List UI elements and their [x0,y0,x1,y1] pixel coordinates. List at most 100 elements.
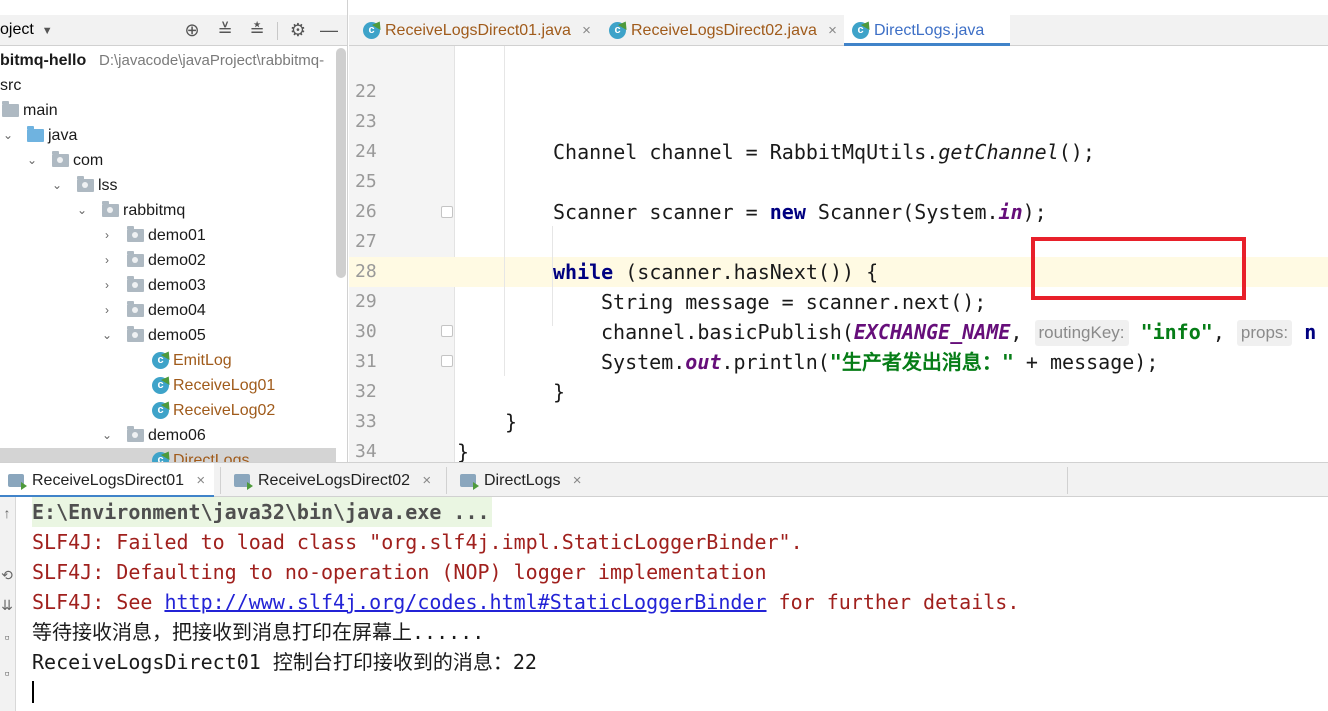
module-path: D:\javacode\javaProject\rabbitmq- [99,52,325,69]
close-icon[interactable]: × [573,463,582,498]
rerun-icon[interactable]: ↑ [0,505,14,521]
java-class-icon: c [852,22,869,39]
run-tab-bar: ReceiveLogsDirect01 × ReceiveLogsDirect0… [0,462,1328,498]
run-tab-receivelogsdirect02[interactable]: ReceiveLogsDirect02 × [226,463,440,498]
tab-directlogs[interactable]: c DirectLogs.java [844,15,1011,46]
tab-divider [446,467,447,494]
close-icon[interactable]: × [422,463,431,498]
tab-receivelogsdirect01[interactable]: c ReceiveLogsDirect01.java × [355,15,597,46]
chevron-down-icon: ▼ [41,25,53,37]
code-line-31: 31 } [349,317,1328,404]
console-error-line: SLF4J: See http://www.slf4j.org/codes.ht… [32,587,1019,617]
run-tab-label: ReceiveLogsDirect02 [258,472,411,489]
code-line-22: 22 [349,47,1328,102]
run-tab-directlogs[interactable]: DirectLogs × [452,463,590,498]
tree-item-label: ReceiveLog01 [173,377,276,394]
tree-item-java[interactable]: ⌄ java [0,123,336,148]
tree-item-module[interactable]: bitmq-hello D:\javacode\javaProject\rabb… [0,48,336,73]
code-line-27: 27 while (scanner.hasNext()) { [349,197,1328,284]
highlight-annotation-box [1031,237,1246,300]
java-class-icon: c [152,352,169,369]
close-icon[interactable]: × [196,463,205,498]
chevron-right-icon[interactable]: › [99,248,115,273]
chevron-right-icon[interactable]: › [99,223,115,248]
chevron-down-icon[interactable]: ⌄ [24,148,40,173]
chevron-down-icon[interactable]: ⌄ [99,423,115,448]
code-line-26: 26 [349,167,1328,222]
clear-icon[interactable]: ▫ [0,665,14,681]
scroll-to-end-icon[interactable]: ⇊ [0,597,14,614]
project-panel-header: oject ▼ ⊕ ≚ ≛ ⚙ — [0,15,347,46]
console-text: for further details. [766,590,1020,614]
code-line-23: 23 Channel channel = RabbitMqUtils.getCh… [349,77,1328,164]
tree-item-src[interactable]: src [0,73,336,98]
console-command-line: E:\Environment\java32\bin\java.exe ... [32,497,492,527]
run-config-icon [234,474,253,490]
module-name: bitmq-hello [0,52,87,69]
tab-label: ReceiveLogsDirect02.java [631,22,817,39]
tree-item-lss[interactable]: ⌄ lss [0,173,336,198]
close-icon[interactable]: × [828,15,837,46]
tree-item-demo03[interactable]: › demo03 [0,273,336,298]
close-icon[interactable]: × [582,15,591,46]
chevron-down-icon[interactable]: ⌄ [0,123,16,148]
run-tab-label: DirectLogs [484,472,561,489]
run-tab-receivelogsdirect01[interactable]: ReceiveLogsDirect01 × [0,463,215,498]
tree-item-main[interactable]: main [0,98,336,123]
expand-all-icon[interactable]: ≚ [214,19,236,41]
project-panel: oject ▼ ⊕ ≚ ≛ ⚙ — bitmq-hello D:\javacode… [0,0,348,462]
tree-item-com[interactable]: ⌄ com [0,148,336,173]
tree-item-label: src [0,77,22,94]
run-toolbar: ↑ ⟲ ⇊ ▫ ▫ [0,497,16,711]
tree-item-demo04[interactable]: › demo04 [0,298,336,323]
tab-label: DirectLogs.java [874,22,985,39]
collapse-all-icon[interactable]: ≛ [246,19,268,41]
print-icon[interactable]: ▫ [0,629,14,645]
code-line-25: 25 Scanner scanner = new Scanner(System.… [349,137,1328,224]
tree-item-demo02[interactable]: › demo02 [0,248,336,273]
chevron-right-icon[interactable]: › [99,298,115,323]
tree-item-label: demo05 [148,327,206,344]
tree-item-directlogs[interactable]: c DirectLogs [0,448,336,462]
project-view-selector[interactable]: oject ▼ [0,21,53,39]
tree-item-label: demo06 [148,427,206,444]
java-class-icon: c [152,377,169,394]
tree-item-rabbitmq[interactable]: ⌄ rabbitmq [0,198,336,223]
package-icon [127,251,144,267]
gear-icon[interactable]: ⚙ [287,19,309,41]
source-folder-icon [27,126,44,142]
run-tab-label: ReceiveLogsDirect01 [32,472,185,489]
tab-receivelogsdirect02[interactable]: c ReceiveLogsDirect02.java × [601,15,843,46]
chevron-right-icon[interactable]: › [99,273,115,298]
tree-item-label: demo04 [148,302,206,319]
tree-item-demo06[interactable]: ⌄ demo06 [0,423,336,448]
chevron-down-icon[interactable]: ⌄ [99,323,115,348]
tree-item-receivelog02[interactable]: c ReceiveLog02 [0,398,336,423]
chevron-down-icon[interactable]: ⌄ [74,198,90,223]
tree-item-demo05[interactable]: ⌄ demo05 [0,323,336,348]
tree-item-label: main [23,102,58,119]
tree-item-label: com [73,152,104,169]
tree-item-label: rabbitmq [123,202,186,219]
tree-item-emitlog[interactable]: c EmitLog [0,348,336,373]
project-scrollbar[interactable] [336,48,346,278]
chevron-down-icon[interactable]: ⌄ [49,173,65,198]
soft-wrap-icon[interactable]: ⟲ [0,567,14,584]
console-text: SLF4J: See [32,590,165,614]
console-error-line: SLF4J: Failed to load class "org.slf4j.i… [32,530,803,554]
code-line-34: 34 [349,407,1328,462]
console-link[interactable]: http://www.slf4j.org/codes.html#StaticLo… [164,590,766,614]
tab-divider [1067,467,1068,494]
project-tree: bitmq-hello D:\javacode\javaProject\rabb… [0,48,336,462]
java-class-icon: c [363,22,380,39]
tree-item-demo01[interactable]: › demo01 [0,223,336,248]
tree-item-label: ReceiveLog02 [173,402,276,419]
locate-icon[interactable]: ⊕ [181,19,203,41]
package-icon [127,301,144,317]
tree-item-receivelog01[interactable]: c ReceiveLog01 [0,373,336,398]
package-icon [127,226,144,242]
package-icon [127,426,144,442]
minimize-icon[interactable]: — [318,19,340,41]
tree-item-label: demo02 [148,252,206,269]
package-icon [52,151,69,167]
